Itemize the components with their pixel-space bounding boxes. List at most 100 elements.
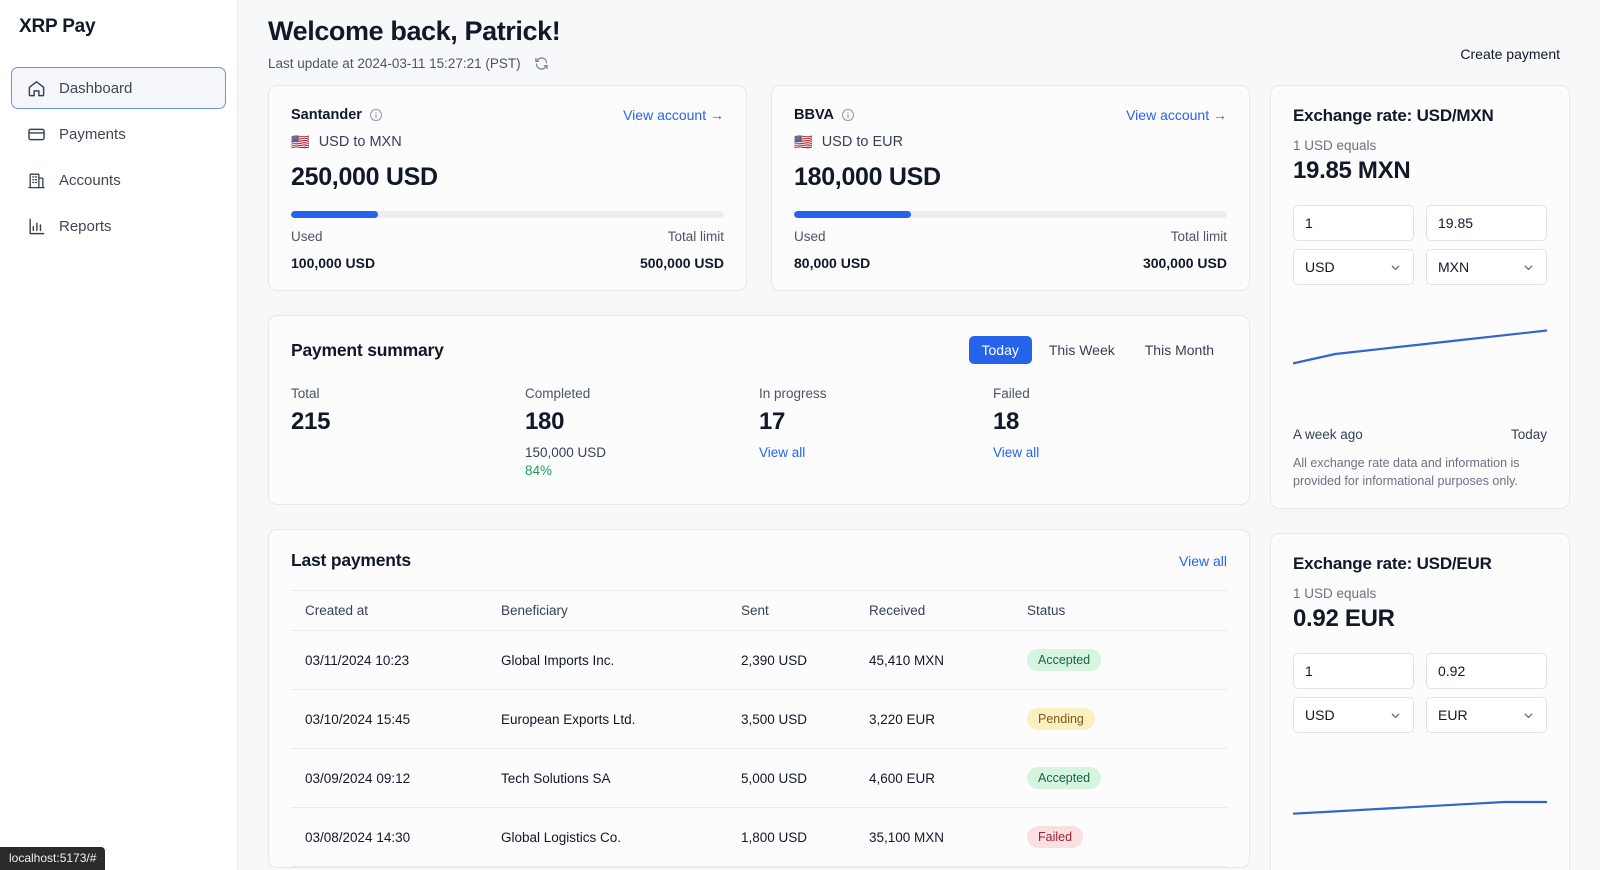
last-payments-title: Last payments xyxy=(291,550,411,570)
total-limit-label: Total limit xyxy=(667,229,724,244)
last-payments-card: Last payments View all Created at Benefi… xyxy=(268,529,1250,868)
account-cards-row: Santander View account → 🇺🇸 USD to MXN 2… xyxy=(268,85,1250,291)
used-label: Used xyxy=(794,229,826,244)
limit-labels-row: Used Total limit xyxy=(794,229,1227,244)
page-title: Welcome back, Patrick! xyxy=(268,16,561,46)
stat-label: Total xyxy=(291,386,320,401)
converter-selects: USD EUR xyxy=(1293,697,1547,734)
amount-from-input[interactable]: 1 xyxy=(1293,653,1414,690)
cell-beneficiary: Tech Solutions SA xyxy=(501,748,741,808)
left-column: Santander View account → 🇺🇸 USD to MXN 2… xyxy=(268,85,1250,868)
info-icon[interactable] xyxy=(369,108,383,122)
sparkline-svg xyxy=(1293,329,1547,365)
status-badge: Accepted xyxy=(1027,767,1102,789)
used-label: Used xyxy=(291,229,323,244)
flag-icon: 🇺🇸 xyxy=(291,133,310,151)
home-icon xyxy=(27,79,46,98)
bar-chart-icon xyxy=(27,217,46,236)
amount-from-input[interactable]: 1 xyxy=(1293,205,1414,241)
limit-labels-row: Used Total limit xyxy=(291,229,724,244)
stat-value: 180 xyxy=(525,408,565,435)
chevron-down-icon xyxy=(1522,709,1535,722)
cell-received: 45,410 MXN xyxy=(869,630,1027,690)
chevron-down-icon xyxy=(1389,709,1402,722)
main-content: Welcome back, Patrick! Last update at 20… xyxy=(238,0,1600,870)
cell-sent: 3,500 USD xyxy=(741,689,869,749)
column-header-sent: Sent xyxy=(741,590,869,631)
cell-received: 4,600 EUR xyxy=(869,748,1027,808)
cell-created-at: 03/08/2024 14:30 xyxy=(291,807,501,867)
view-all-link[interactable]: View all xyxy=(1179,553,1227,569)
cell-sent: 1,800 USD xyxy=(741,807,869,867)
exchange-rate-value: 0.92 EUR xyxy=(1293,605,1395,633)
flag-icon: 🇺🇸 xyxy=(794,133,813,151)
cell-received: 3,220 EUR xyxy=(869,689,1027,749)
exchange-rate-equals-label: 1 USD equals xyxy=(1293,586,1377,602)
currency-to-value: MXN xyxy=(1438,259,1470,275)
total-limit-value: 300,000 USD xyxy=(1142,255,1227,271)
cell-beneficiary: Global Imports Inc. xyxy=(501,630,741,690)
amount-to-input[interactable]: 19.85 xyxy=(1426,205,1547,241)
stat-failed: Failed 18 View all xyxy=(993,386,1227,478)
sparkline-svg xyxy=(1293,801,1547,816)
account-card-header: BBVA View account → xyxy=(794,107,1227,123)
currency-to-value: EUR xyxy=(1438,707,1468,724)
exchange-rate-sparkline xyxy=(1293,751,1547,870)
period-tabs: Today This Week This Month xyxy=(968,336,1227,364)
status-badge: Accepted xyxy=(1027,649,1102,671)
column-header-beneficiary: Beneficiary xyxy=(501,590,741,631)
currency-pair-label: USD to EUR xyxy=(821,134,904,150)
status-badge: Failed xyxy=(1027,826,1084,848)
used-value: 100,000 USD xyxy=(291,255,376,271)
currency-to-select[interactable]: EUR xyxy=(1426,697,1547,734)
sidebar-item-dashboard[interactable]: Dashboard xyxy=(11,67,226,109)
cell-beneficiary: Global Logistics Co. xyxy=(501,807,741,867)
converter-inputs: 1 0.92 xyxy=(1293,653,1547,690)
info-icon[interactable] xyxy=(841,108,855,122)
sidebar-item-label: Dashboard xyxy=(59,79,133,97)
stat-label: Completed xyxy=(525,386,591,401)
account-name: Santander xyxy=(291,107,362,123)
axis-start-label: A week ago xyxy=(1293,427,1363,442)
tab-this-week[interactable]: This Week xyxy=(1036,336,1128,364)
tab-today[interactable]: Today xyxy=(968,336,1032,364)
create-payment-button[interactable]: Create payment xyxy=(1450,40,1570,68)
exchange-rate-card-usd-eur: Exchange rate: USD/EUR 1 USD equals 0.92… xyxy=(1270,533,1570,870)
table-row[interactable]: 03/08/2024 14:30 Global Logistics Co. 1,… xyxy=(291,807,1227,867)
cell-created-at: 03/10/2024 15:45 xyxy=(291,689,501,749)
summary-stats: Total 215 Completed 180 150,000 USD 84% … xyxy=(291,386,1227,478)
amount-to-input[interactable]: 0.92 xyxy=(1426,653,1547,690)
account-amount: 250,000 USD xyxy=(291,163,438,191)
currency-from-select[interactable]: USD xyxy=(1293,697,1414,734)
tab-this-month[interactable]: This Month xyxy=(1132,336,1227,364)
column-header-received: Received xyxy=(869,590,1027,631)
sidebar-item-accounts[interactable]: Accounts xyxy=(11,159,226,201)
table-row[interactable]: 03/10/2024 15:45 European Exports Ltd. 3… xyxy=(291,689,1227,749)
refresh-icon[interactable] xyxy=(534,56,549,71)
view-account-link[interactable]: View account → xyxy=(623,107,724,123)
currency-to-select[interactable]: MXN xyxy=(1426,249,1547,285)
stat-value: 17 xyxy=(759,408,786,435)
stat-label: Failed xyxy=(993,386,1030,401)
view-account-link[interactable]: View account → xyxy=(1126,107,1227,123)
payment-summary-title: Payment summary xyxy=(291,339,444,360)
table-row[interactable]: 03/09/2024 09:12 Tech Solutions SA 5,000… xyxy=(291,748,1227,808)
brand-logo: XRP Pay xyxy=(19,16,96,37)
sidebar: XRP Pay Dashboard Payments Accounts Repo… xyxy=(0,0,238,870)
page-header-text: Welcome back, Patrick! Last update at 20… xyxy=(268,16,561,71)
stat-label: In progress xyxy=(759,386,827,401)
currency-from-select[interactable]: USD xyxy=(1293,249,1414,285)
building-icon xyxy=(27,171,46,190)
table-header-row: Created at Beneficiary Sent Received Sta… xyxy=(291,590,1227,631)
currency-pair-row: 🇺🇸 USD to EUR xyxy=(794,134,1227,150)
sidebar-item-reports[interactable]: Reports xyxy=(11,205,226,247)
sidebar-item-payments[interactable]: Payments xyxy=(11,113,226,155)
total-limit-value: 500,000 USD xyxy=(639,255,724,271)
exchange-rate-card-usd-mxn: Exchange rate: USD/MXN 1 USD equals 19.8… xyxy=(1270,85,1570,510)
table-row[interactable]: 03/11/2024 10:23 Global Imports Inc. 2,3… xyxy=(291,630,1227,690)
stat-view-all-link[interactable]: View all xyxy=(759,445,805,460)
payments-table: Created at Beneficiary Sent Received Sta… xyxy=(291,590,1227,867)
account-name-wrap: Santander xyxy=(291,107,383,123)
right-column: Exchange rate: USD/MXN 1 USD equals 19.8… xyxy=(1270,85,1570,870)
stat-view-all-link[interactable]: View all xyxy=(993,445,1039,460)
